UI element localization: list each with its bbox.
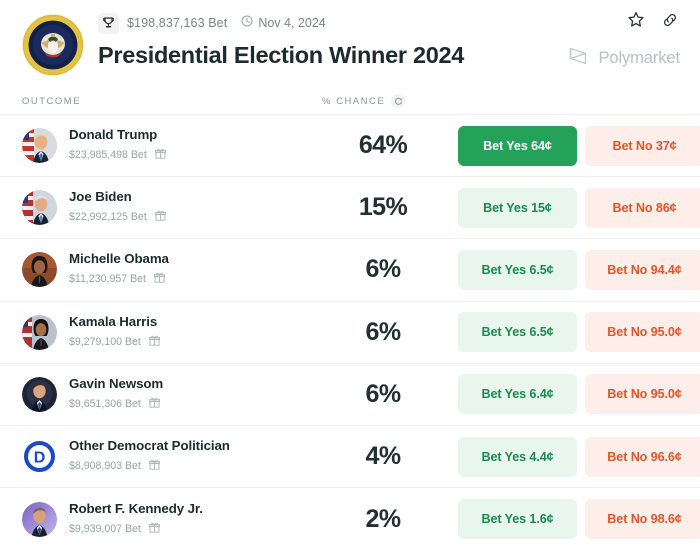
outcome-cell: Michelle Obama $11,230,957 Bet bbox=[22, 251, 308, 288]
bet-no-button[interactable]: Bet No 95.0¢ bbox=[585, 312, 700, 353]
gift-icon bbox=[148, 395, 160, 413]
joe-biden-avatar bbox=[22, 190, 57, 226]
polymarket-logo-icon bbox=[567, 45, 589, 72]
chance-value: 2% bbox=[365, 504, 402, 533]
outcome-cell: D Other Democrat Politician $8,908,903 B… bbox=[22, 438, 308, 475]
link-icon[interactable] bbox=[660, 10, 680, 30]
gift-icon bbox=[154, 146, 166, 164]
gift-icon bbox=[153, 270, 166, 288]
bet-yes-button[interactable]: Bet Yes 1.6¢ bbox=[458, 499, 577, 540]
bet-actions: Bet Yes 6.5¢ Bet No 95.0¢ bbox=[458, 312, 700, 353]
outcome-cell: Gavin Newsom $9,651,306 Bet bbox=[22, 376, 308, 413]
michelle-obama-avatar bbox=[22, 252, 57, 288]
chance-value: 64% bbox=[358, 131, 408, 160]
bet-no-button[interactable]: Bet No 86¢ bbox=[585, 187, 700, 228]
gift-icon bbox=[148, 333, 160, 351]
bet-no-button[interactable]: Bet No 94.4¢ bbox=[585, 249, 700, 290]
outcome-name: Michelle Obama bbox=[69, 251, 169, 267]
column-header-chance[interactable]: % CHANCE bbox=[322, 94, 406, 108]
outcome-cell: Kamala Harris $9,279,100 Bet bbox=[22, 314, 308, 351]
outcome-name: Robert F. Kennedy Jr. bbox=[69, 500, 203, 516]
bet-no-button[interactable]: Bet No 96.6¢ bbox=[585, 436, 700, 477]
bet-actions: Bet Yes 1.6¢ Bet No 98.6¢ bbox=[458, 499, 700, 540]
outcome-cell: Joe Biden $22,992,125 Bet bbox=[22, 189, 308, 226]
outcome-volume: $9,279,100 Bet bbox=[69, 335, 141, 348]
outcome-name: Joe Biden bbox=[69, 189, 132, 205]
svg-text:D: D bbox=[34, 449, 46, 466]
market-meta: $198,837,163 Bet Nov 4, 2024 bbox=[98, 12, 678, 34]
brand: Polymarket bbox=[567, 45, 680, 72]
outcome-volume: $8,908,903 Bet bbox=[69, 460, 141, 472]
bet-actions: Bet Yes 15¢ Bet No 86¢ bbox=[458, 187, 700, 228]
gift-icon bbox=[148, 457, 160, 475]
gift-icon bbox=[148, 520, 160, 538]
refresh-icon[interactable] bbox=[391, 94, 406, 108]
outcome-volume: $11,230,957 Bet bbox=[69, 273, 146, 286]
robert-f-kennedy-jr-avatar bbox=[22, 501, 57, 537]
outcome-name: Donald Trump bbox=[69, 127, 158, 143]
bet-no-button[interactable]: Bet No 98.6¢ bbox=[585, 499, 700, 540]
table-row[interactable]: Kamala Harris $9,279,100 Bet 6% Bet Yes … bbox=[0, 302, 700, 364]
bet-actions: Bet Yes 6.5¢ Bet No 94.4¢ bbox=[458, 249, 700, 290]
bet-no-button[interactable]: Bet No 95.0¢ bbox=[585, 374, 700, 415]
donald-trump-avatar bbox=[22, 128, 57, 164]
table-row[interactable]: Robert F. Kennedy Jr. $9,939,007 Bet 2% … bbox=[0, 488, 700, 550]
outcome-volume: $9,651,306 Bet bbox=[69, 397, 141, 410]
chance-value: 15% bbox=[358, 193, 408, 222]
bet-yes-button[interactable]: Bet Yes 6.5¢ bbox=[458, 312, 577, 353]
bet-yes-button[interactable]: Bet Yes 64¢ bbox=[458, 125, 577, 166]
chance-value: 6% bbox=[365, 379, 402, 408]
column-header-chance-label: % CHANCE bbox=[322, 95, 386, 107]
table-row[interactable]: Gavin Newsom $9,651,306 Bet 6% Bet Yes 6… bbox=[0, 364, 700, 426]
bet-yes-button[interactable]: Bet Yes 15¢ bbox=[458, 187, 577, 228]
table-row[interactable]: Donald Trump $23,985,498 Bet 64% Bet Yes… bbox=[0, 115, 700, 178]
market-end-date: Nov 4, 2024 bbox=[258, 16, 326, 30]
market-card: $198,837,163 Bet Nov 4, 2024 Presidentia… bbox=[0, 0, 700, 559]
chance-value: 4% bbox=[365, 442, 402, 471]
outcome-name: Gavin Newsom bbox=[69, 375, 164, 391]
bet-no-button[interactable]: Bet No 37¢ bbox=[585, 125, 700, 166]
democratic-party-logo-avatar: D bbox=[22, 439, 57, 475]
gift-icon bbox=[154, 208, 166, 226]
outcome-cell: Robert F. Kennedy Jr. $9,939,007 Bet bbox=[22, 501, 308, 538]
clock-icon bbox=[241, 14, 253, 32]
kamala-harris-avatar bbox=[22, 314, 57, 350]
market-header: $198,837,163 Bet Nov 4, 2024 Presidentia… bbox=[0, 0, 700, 88]
outcome-name: Other Democrat Politician bbox=[69, 438, 230, 454]
bet-actions: Bet Yes 6.4¢ Bet No 95.0¢ bbox=[458, 374, 700, 415]
outcome-name: Kamala Harris bbox=[69, 313, 158, 329]
trophy-icon bbox=[98, 12, 119, 34]
presidential-seal-icon bbox=[22, 14, 84, 76]
table-header: OUTCOME % CHANCE bbox=[0, 88, 700, 115]
star-icon[interactable] bbox=[626, 10, 646, 30]
chance-value: 6% bbox=[365, 255, 402, 284]
outcome-list: Donald Trump $23,985,498 Bet 64% Bet Yes… bbox=[0, 115, 700, 550]
outcome-volume: $9,939,007 Bet bbox=[69, 522, 141, 535]
bet-yes-button[interactable]: Bet Yes 4.4¢ bbox=[458, 436, 577, 477]
outcome-volume: $22,992,125 Bet bbox=[69, 211, 147, 224]
bet-yes-button[interactable]: Bet Yes 6.5¢ bbox=[458, 249, 577, 290]
column-header-outcome: OUTCOME bbox=[22, 95, 82, 107]
chance-value: 6% bbox=[365, 317, 402, 346]
outcome-cell: Donald Trump $23,985,498 Bet bbox=[22, 127, 308, 164]
table-row[interactable]: Joe Biden $22,992,125 Bet 15% Bet Yes 15… bbox=[0, 177, 700, 240]
bet-actions: Bet Yes 64¢ Bet No 37¢ bbox=[458, 125, 700, 166]
bet-yes-button[interactable]: Bet Yes 6.4¢ bbox=[458, 374, 577, 415]
header-actions bbox=[626, 10, 680, 30]
brand-name: Polymarket bbox=[598, 49, 680, 67]
bet-actions: Bet Yes 4.4¢ Bet No 96.6¢ bbox=[458, 436, 700, 477]
gavin-newsom-avatar bbox=[22, 376, 57, 412]
table-row[interactable]: D Other Democrat Politician $8,908,903 B… bbox=[0, 426, 700, 489]
table-row[interactable]: Michelle Obama $11,230,957 Bet 6% Bet Ye… bbox=[0, 239, 700, 302]
outcome-volume: $23,985,498 Bet bbox=[69, 149, 147, 162]
market-volume: $198,837,163 Bet bbox=[127, 16, 228, 30]
